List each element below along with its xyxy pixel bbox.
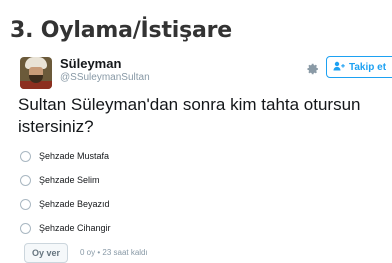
poll-option[interactable]: Şehzade Selim (20, 172, 220, 188)
vote-button[interactable]: Oy ver (24, 243, 68, 263)
poll-meta: 0 oy • 23 saat kaldı (80, 248, 148, 257)
account-name[interactable]: Süleyman (60, 56, 121, 71)
radio-button[interactable] (20, 150, 31, 162)
poll-option[interactable]: Şehzade Mustafa (20, 148, 220, 164)
follow-label: Takip et (349, 61, 387, 73)
poll-option-label: Şehzade Cihangir (39, 223, 111, 233)
poll-option[interactable]: Şehzade Beyazıd (20, 196, 220, 212)
radio-button[interactable] (20, 174, 31, 186)
poll-option-label: Şehzade Beyazıd (39, 199, 110, 209)
poll-option-label: Şehzade Mustafa (39, 151, 110, 161)
tweet-card: Süleyman @SSuleymanSultan Takip et Sulta… (0, 52, 392, 263)
poll-question: Sultan Süleyman'dan sonra kim tahta otur… (18, 95, 361, 136)
section-heading: 3. Oylama/İstişare (10, 18, 233, 43)
avatar[interactable] (20, 57, 52, 89)
radio-button[interactable] (20, 198, 31, 210)
account-handle[interactable]: @SSuleymanSultan (60, 72, 150, 83)
follow-button[interactable]: Takip et (326, 56, 392, 78)
poll-option[interactable]: Şehzade Cihangir (20, 220, 220, 236)
person-plus-icon (333, 61, 345, 74)
poll-option-label: Şehzade Selim (39, 175, 100, 185)
radio-button[interactable] (20, 222, 31, 234)
gear-icon[interactable] (304, 60, 320, 76)
